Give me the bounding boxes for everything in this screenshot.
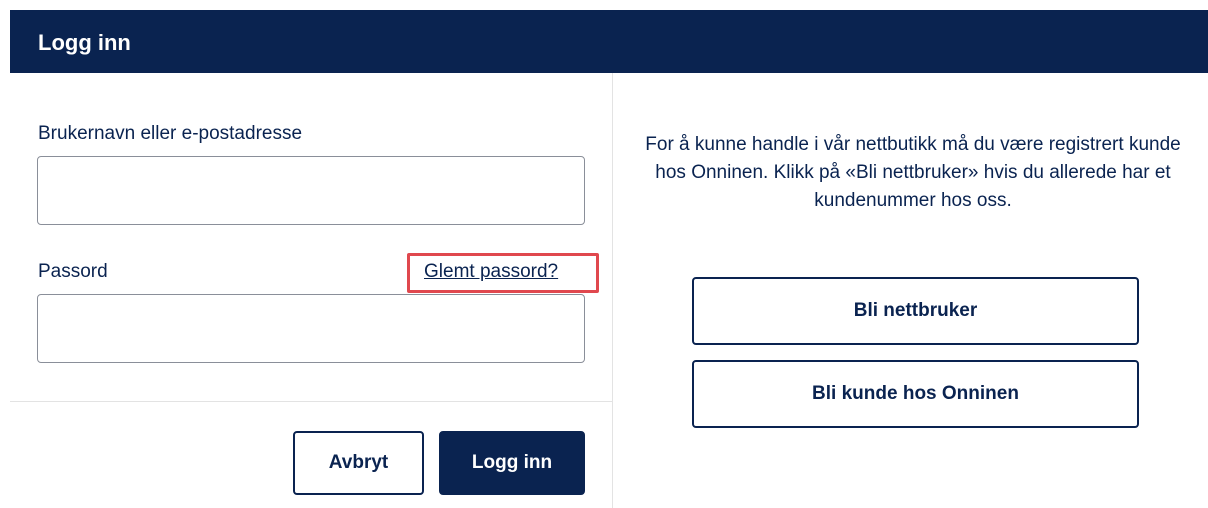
modal-header: Logg inn <box>10 10 1208 73</box>
form-divider <box>10 401 612 402</box>
forgot-password-link[interactable]: Glemt passord? <box>424 261 558 283</box>
cancel-button[interactable]: Avbryt <box>293 431 424 495</box>
username-input[interactable] <box>37 156 585 225</box>
username-label: Brukernavn eller e-postadresse <box>38 123 303 144</box>
modal-title: Logg inn <box>38 30 131 55</box>
info-text: For å kunne handle i vår nettbutikk må d… <box>645 134 1181 211</box>
password-input[interactable] <box>37 294 585 363</box>
register-button[interactable]: Bli nettbruker <box>692 277 1139 345</box>
become-customer-button[interactable]: Bli kunde hos Onninen <box>692 360 1139 428</box>
info-panel: For å kunne handle i vår nettbutikk må d… <box>613 73 1208 508</box>
login-modal: Logg inn Brukernavn eller e-postadresse … <box>10 10 1208 508</box>
password-label: Passord <box>38 261 108 282</box>
login-button[interactable]: Logg inn <box>439 431 585 495</box>
login-form: Brukernavn eller e-postadresse Passord G… <box>10 73 613 508</box>
